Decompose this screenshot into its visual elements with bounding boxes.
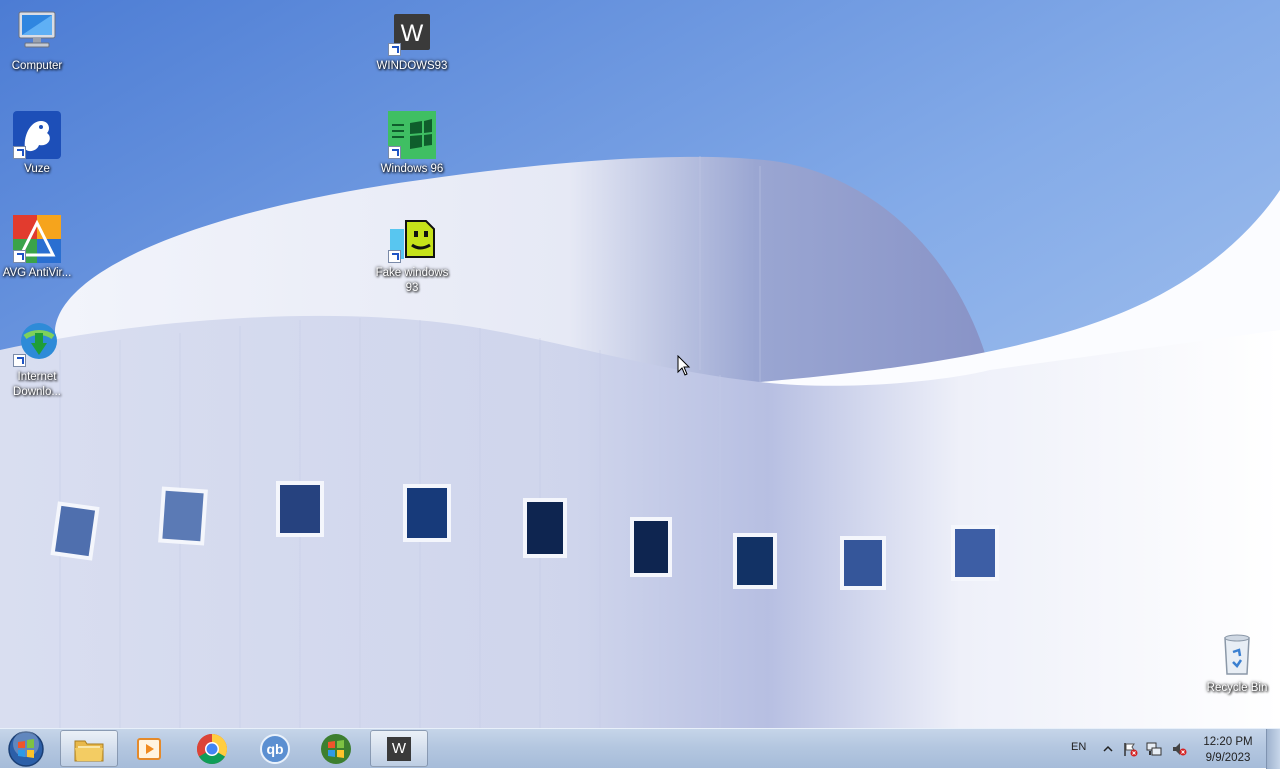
clock-date: 9/9/2023 [1205,752,1251,764]
desktop-icon-recycle-bin[interactable]: Recycle Bin [1200,630,1274,696]
mouse-cursor-icon [677,355,691,376]
internet-download-manager-icon [13,319,61,367]
chrome-icon [196,733,228,764]
windows-start-orb-icon [8,731,44,767]
windows-logo-icon [321,733,351,764]
show-desktop-button[interactable] [1266,729,1280,769]
volume-muted-icon[interactable] [1171,741,1187,757]
desktop-icon-windows93[interactable]: W WINDOWS93 [375,8,449,74]
taskbar-button-chrome[interactable] [183,730,241,767]
desktop-icon-label: Computer [11,60,63,72]
windows93-w-icon: W [387,736,411,761]
shortcut-arrow-icon [388,43,401,56]
desktop-icon-label: Vuze [24,163,50,175]
start-button[interactable] [4,729,48,769]
clock-time: 12:20 PM [1203,736,1253,748]
shortcut-arrow-icon [388,250,401,263]
language-indicator[interactable]: EN [1071,741,1086,753]
desktop-icon-idm[interactable]: Internet Downlo... [0,319,74,400]
vuze-frog-icon [13,111,61,159]
taskbar-button-qbittorrent[interactable]: qb [246,730,304,767]
shortcut-arrow-icon [13,250,26,263]
show-hidden-icons-chevron-icon[interactable] [1100,741,1116,757]
windows93-w-text: W [391,740,407,757]
shortcut-arrow-icon [13,146,26,159]
desktop[interactable]: Computer Vuze AVG AntiVir... Internet Do… [0,0,1280,728]
windows93-w-icon: W [388,8,436,56]
svg-text:W: W [401,20,424,47]
desktop-icon-label: Internet Downlo... [13,371,61,398]
desktop-icon-label: Recycle Bin [1206,682,1268,694]
shortcut-arrow-icon [388,146,401,159]
media-player-icon [137,737,161,760]
desktop-icon-label: WINDOWS93 [376,60,448,72]
folder-icon [74,740,104,761]
desktop-icon-computer[interactable]: Computer [0,8,74,74]
qbittorrent-icon: qb [260,733,290,764]
action-center-flag-icon[interactable] [1122,741,1138,757]
desktop-icon-fake-windows93[interactable]: Fake windows 93 [375,215,449,296]
taskbar-button-media-player[interactable] [120,730,178,767]
fake-windows93-icon [388,215,436,263]
recycle-bin-icon [1213,630,1261,678]
clock[interactable]: 12:20 PM 9/9/2023 [1196,734,1260,766]
network-icon[interactable] [1146,741,1162,757]
avg-antivirus-icon [13,215,61,263]
desktop-icon-label: Windows 96 [380,163,444,175]
taskbar-button-windows96[interactable] [307,730,365,767]
desktop-icon-windows96[interactable]: Windows 96 [375,111,449,177]
desktop-icon-vuze[interactable]: Vuze [0,111,74,177]
shortcut-arrow-icon [13,354,26,367]
desktop-icon-label: AVG AntiVir... [2,267,72,279]
computer-icon [13,8,61,56]
qbittorrent-text: qb [266,740,284,757]
taskbar-button-explorer[interactable] [60,730,118,767]
desktop-icon-label: Fake windows 93 [375,267,449,294]
wallpaper [0,0,1280,728]
taskbar-button-windows93[interactable]: W [370,730,428,767]
taskbar: qb W EN 12:20 PM 9/9/2023 [0,728,1280,769]
windows96-icon [388,111,436,159]
desktop-icon-avg[interactable]: AVG AntiVir... [0,215,74,281]
